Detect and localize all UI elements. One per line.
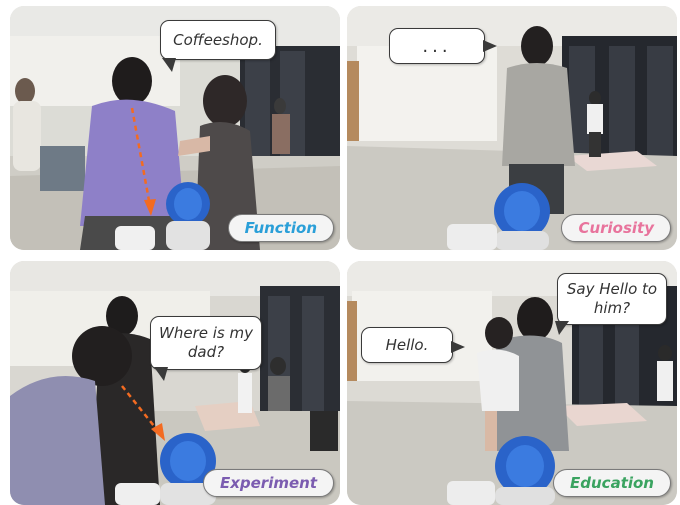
- speech-tail: [555, 321, 569, 335]
- speech-tail: [154, 367, 168, 381]
- panel-function: Coffeeshop. Function: [10, 6, 340, 250]
- speech-text: Say Hello to him?: [566, 280, 658, 317]
- panel-experiment: Where is my dad? Experiment: [10, 261, 340, 505]
- speech-bubble-say-hello: Say Hello to him?: [557, 273, 667, 325]
- speech-bubble: ...: [389, 28, 485, 64]
- category-label-curiosity: Curiosity: [561, 214, 671, 242]
- speech-text: Where is my dad?: [159, 324, 253, 361]
- speech-bubble: Where is my dad?: [150, 316, 262, 370]
- panel-education: Hello. Say Hello to him? Education: [347, 261, 677, 505]
- speech-text: Hello.: [385, 335, 429, 354]
- speech-text: ...: [422, 35, 452, 57]
- category-label-function: Function: [227, 214, 334, 242]
- category-label-education: Education: [553, 469, 671, 497]
- speech-tail: [483, 40, 497, 52]
- speech-tail: [162, 58, 176, 72]
- speech-bubble-hello: Hello.: [361, 327, 453, 363]
- speech-tail: [451, 341, 465, 353]
- speech-text: Coffeeshop.: [173, 30, 263, 49]
- speech-bubble: Coffeeshop.: [160, 20, 276, 60]
- panel-curiosity: ... Curiosity: [347, 6, 677, 250]
- category-label-experiment: Experiment: [202, 469, 334, 497]
